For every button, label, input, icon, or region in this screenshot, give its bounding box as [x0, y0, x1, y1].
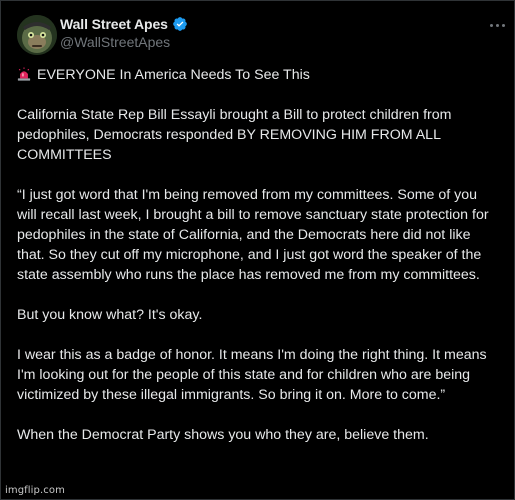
tweet-paragraph: When the Democrat Party shows you who th…	[17, 427, 429, 443]
author-name-row[interactable]: Wall Street Apes	[60, 16, 188, 32]
tweet-paragraph: California State Rep Bill Essayli brough…	[17, 107, 452, 163]
more-options-button[interactable]	[486, 15, 508, 35]
tweet-paragraph: I wear this as a badge of honor. It mean…	[17, 347, 487, 403]
more-options-icon	[489, 23, 493, 27]
police-light-icon	[17, 67, 31, 81]
tweet-paragraph: EVERYONE In America Needs To See This	[17, 65, 497, 85]
display-name[interactable]: Wall Street Apes	[60, 16, 168, 32]
avatar[interactable]	[17, 15, 57, 55]
tweet-paragraph: But you know what? It's okay.	[17, 307, 203, 323]
tweet-paragraph: “I just got word that I'm being removed …	[17, 187, 489, 283]
tweet-card: Wall Street Apes @WallStreetApes EVERYON…	[0, 0, 515, 500]
tweet-text: EVERYONE In America Needs To See This Ca…	[17, 65, 497, 465]
watermark: imgflip.com	[5, 485, 65, 496]
author-handle[interactable]: @WallStreetApes	[60, 34, 170, 50]
verified-badge-icon	[173, 17, 187, 31]
ape-avatar-image	[17, 15, 57, 55]
tweet-paragraph-text: EVERYONE In America Needs To See This	[37, 67, 310, 83]
